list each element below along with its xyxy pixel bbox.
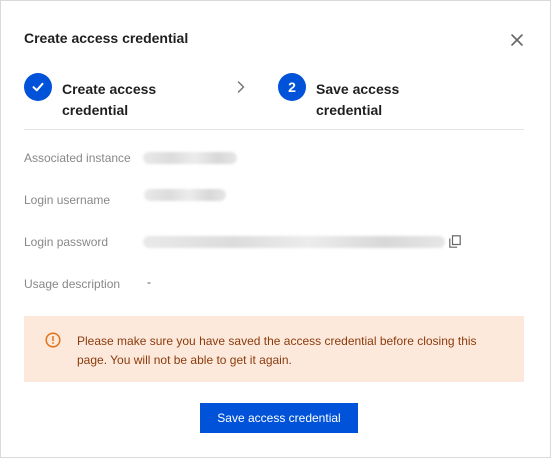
check-icon bbox=[24, 73, 52, 101]
usage-description-value: - bbox=[147, 275, 151, 289]
warning-circle-icon bbox=[45, 332, 61, 348]
close-icon[interactable] bbox=[508, 31, 526, 49]
step-create-label: Create access credential bbox=[62, 81, 157, 118]
login-password-value-obscured bbox=[143, 236, 445, 248]
login-password-label: Login password bbox=[24, 235, 109, 249]
warning-message: Please make sure you have saved the acce… bbox=[77, 334, 477, 367]
login-username-label: Login username bbox=[24, 193, 111, 207]
usage-description-label: Usage description bbox=[24, 277, 121, 291]
step-save: 2 Save access credential bbox=[278, 73, 426, 121]
save-credential-button[interactable]: Save access credential bbox=[200, 403, 358, 433]
step-create: Create access credential bbox=[24, 73, 172, 121]
associated-instance-value-obscured bbox=[143, 152, 237, 164]
step-number: 2 bbox=[278, 73, 306, 101]
dialog-title: Create access credential bbox=[24, 30, 189, 46]
chevron-right-icon bbox=[234, 80, 248, 94]
step-save-label: Save access credential bbox=[316, 81, 400, 118]
copy-icon[interactable] bbox=[449, 235, 461, 248]
login-username-value-obscured bbox=[144, 189, 226, 201]
associated-instance-label: Associated instance bbox=[24, 151, 131, 165]
divider bbox=[24, 129, 524, 130]
create-credential-dialog: Create access credential Create access c… bbox=[0, 0, 551, 458]
warning-alert: Please make sure you have saved the acce… bbox=[24, 316, 524, 382]
